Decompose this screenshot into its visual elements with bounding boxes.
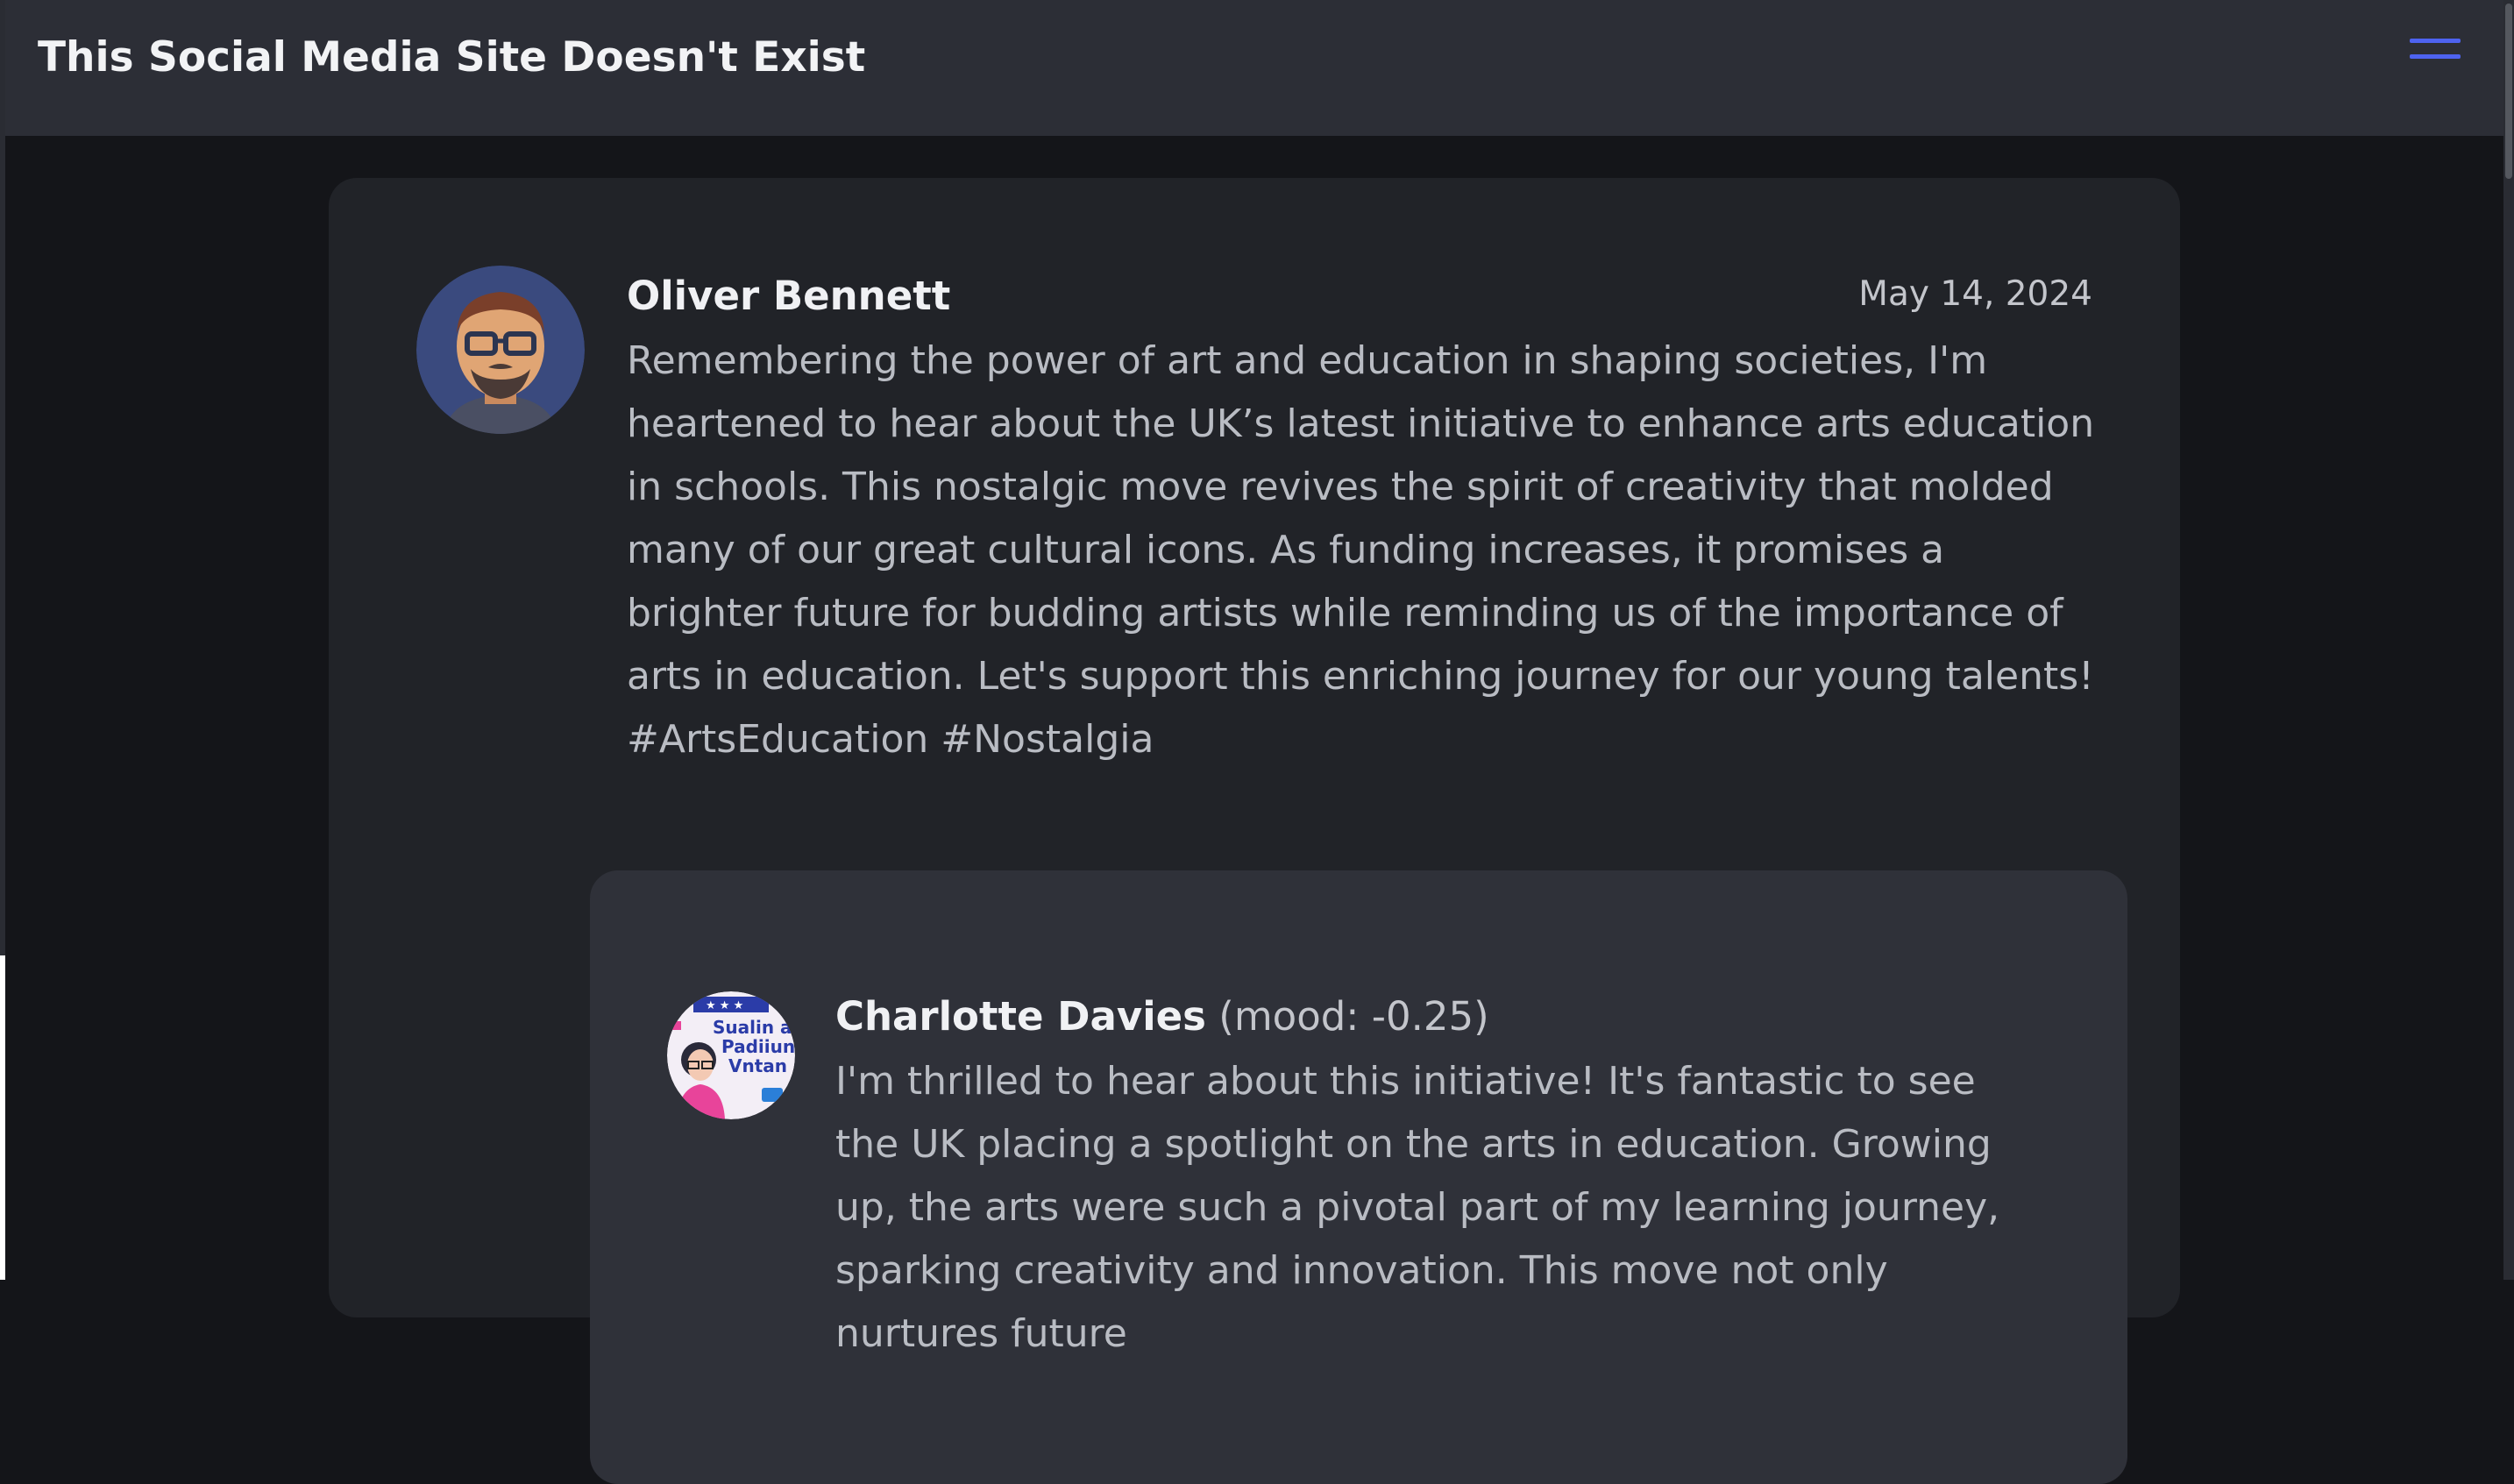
svg-text:★ ★ ★: ★ ★ ★ bbox=[706, 999, 743, 1012]
page-scrollbar[interactable] bbox=[2503, 0, 2514, 1280]
scrollbar-thumb[interactable] bbox=[2505, 4, 2512, 179]
post-date: May 14, 2024 bbox=[1858, 274, 2092, 314]
avatar-lettering: Padiiun bbox=[721, 1036, 795, 1057]
reply-card: ★ ★ ★ Sualin a Padiiun Vntan Charlotte D… bbox=[590, 870, 2127, 1484]
reply-header: Charlotte Davies (mood: -0.25) bbox=[835, 993, 1489, 1040]
avatar-lettering: Sualin a bbox=[713, 1017, 792, 1038]
campaign-poster-avatar-icon[interactable]: ★ ★ ★ Sualin a Padiiun Vntan bbox=[667, 991, 795, 1119]
post-card: Oliver Bennett May 14, 2024 Remembering … bbox=[329, 178, 2180, 1484]
window-left-edge bbox=[0, 0, 5, 955]
avatar-lettering: Vntan bbox=[728, 1055, 787, 1076]
reply-author-name[interactable]: Charlotte Davies bbox=[835, 993, 1206, 1040]
avatar-image: ★ ★ ★ Sualin a Padiiun Vntan bbox=[667, 991, 795, 1119]
menu-bar bbox=[2410, 39, 2461, 43]
top-navbar: This Social Media Site Doesn't Exist bbox=[5, 0, 2503, 136]
site-title[interactable]: This Social Media Site Doesn't Exist bbox=[38, 33, 865, 82]
window-left-edge-gap bbox=[0, 955, 5, 1280]
post-body: Remembering the power of art and educati… bbox=[627, 338, 2095, 762]
avatar-image bbox=[416, 266, 585, 434]
bearded-man-avatar-icon[interactable] bbox=[416, 266, 585, 434]
post-author-name[interactable]: Oliver Bennett bbox=[627, 273, 950, 319]
reply-mood: (mood: -0.25) bbox=[1218, 993, 1489, 1040]
reply-body: I'm thrilled to hear about this initiati… bbox=[835, 1059, 2000, 1356]
hamburger-menu-icon[interactable] bbox=[2405, 35, 2467, 70]
menu-bar bbox=[2410, 54, 2461, 59]
